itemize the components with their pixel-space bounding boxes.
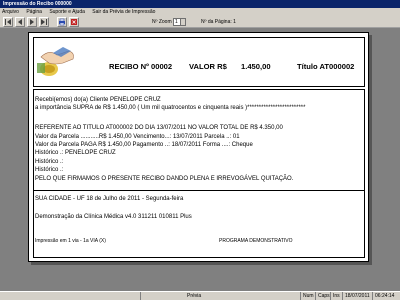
window-title-bar: Impressão do Recibo 000000 — [0, 0, 400, 8]
historico-2: Histórico .: — [35, 159, 64, 165]
next-page-button[interactable] — [27, 17, 37, 27]
next-page-icon — [30, 19, 34, 25]
valor-amount: 1.450,00 — [241, 62, 271, 71]
prev-page-button[interactable] — [15, 17, 25, 27]
quitacao-line: PELO QUE FIRMAMOS O PRESENTE RECIBO DAND… — [35, 176, 294, 182]
receipt-number: RECIBO Nº 00002 — [109, 62, 173, 71]
printer-icon — [59, 18, 65, 26]
valor-parcela-line: Valor da Parcela ...........R$ 1.450,00 … — [35, 134, 240, 140]
status-bar: Prévia Num Caps Ins 18/07/2011 06:24:14 — [0, 291, 400, 300]
print-button[interactable] — [57, 17, 67, 27]
first-page-icon — [5, 19, 11, 25]
menu-bar: Arquivo Página Suporte e Ajuda Sair da P… — [0, 8, 400, 16]
zoom-value: 1 — [175, 19, 178, 25]
zoom-select[interactable]: 1 — [173, 18, 186, 26]
toolbar: Nº Zoom 1 Nº da Página: 1 — [0, 16, 400, 28]
window-title: Impressão do Recibo 000000 — [3, 1, 72, 7]
last-page-icon — [41, 19, 47, 25]
historico-1: Histórico .: PENELOPE CRUZ — [35, 150, 116, 156]
handshake-money-icon — [37, 47, 74, 76]
menu-arquivo[interactable]: Arquivo — [2, 9, 19, 15]
receipt-page: RECIBO Nº 00002 VALOR R$ 1.450,00 Título… — [28, 32, 369, 262]
valor-parcela-paga-line: Valor da Parcela PAGA R$ 1.450,00 Pagame… — [35, 142, 253, 148]
historico-3: Histórico .: — [35, 167, 64, 173]
receipt-body-box — [33, 89, 365, 258]
status-preview: Prévia — [140, 292, 300, 300]
titulo-label: Título AT000002 — [297, 62, 355, 71]
status-panel-left — [0, 292, 140, 300]
last-page-button[interactable] — [39, 17, 49, 27]
close-preview-button[interactable] — [69, 17, 79, 27]
cidade-data-line: SUA CIDADE - UF 18 de Julho de 2011 - Se… — [35, 196, 184, 202]
status-num: Num — [300, 292, 315, 300]
page-number-label: Nº da Página: 1 — [201, 19, 236, 25]
valor-label: VALOR R$ — [189, 62, 227, 71]
status-date: 18/07/2011 — [342, 292, 372, 300]
zoom-label: Nº Zoom — [152, 19, 172, 25]
close-icon — [71, 19, 77, 25]
status-preview-text: Prévia — [187, 293, 202, 299]
demonstracao-line: Demonstração da Clínica Médica v4.0 3112… — [35, 214, 192, 220]
first-page-button[interactable] — [3, 17, 13, 27]
menu-suporte-ajuda[interactable]: Suporte e Ajuda — [49, 9, 85, 15]
menu-sair-previa[interactable]: Sair da Prévia de Impressão — [92, 9, 155, 15]
footer-programa: PROGRAMA DEMONSTRATIVO — [219, 238, 293, 244]
referente-line: REFERENTE AO TITULO AT000002 DO DIA 13/0… — [35, 125, 283, 131]
status-ins: Ins — [330, 292, 342, 300]
divider — [33, 190, 365, 191]
menu-pagina[interactable]: Página — [26, 9, 42, 15]
status-caps: Caps — [315, 292, 330, 300]
prev-page-icon — [18, 19, 22, 25]
footer-vias: Impressão em 1 via - 1a VIA (X) — [35, 238, 106, 244]
importancia-line: a importância SUPRA de R$ 1.450,00 ( Um … — [35, 105, 306, 111]
cliente-line: Recebi(emos) do(a) Cliente PENELOPE CRUZ — [35, 97, 161, 103]
status-time: 06:24:14 — [372, 292, 400, 300]
